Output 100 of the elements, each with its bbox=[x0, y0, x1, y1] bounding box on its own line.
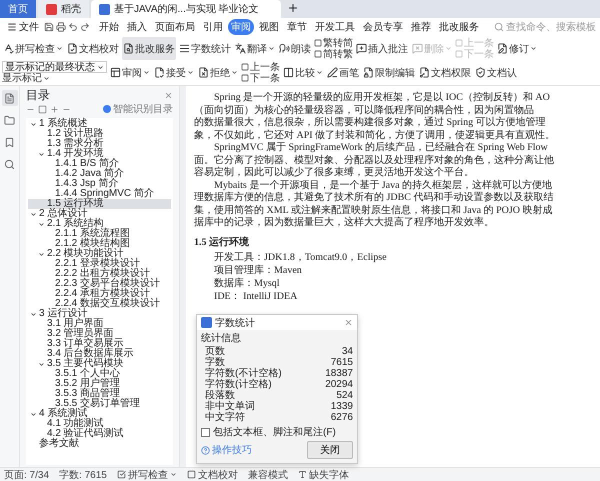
ribbon-button[interactable]: 接受 bbox=[153, 61, 195, 84]
menu-tab[interactable]: 章节 bbox=[284, 19, 310, 35]
rail-button[interactable] bbox=[2, 90, 18, 106]
ribbon-button[interactable]: 审阅 bbox=[109, 61, 151, 84]
ribbon-button[interactable]: 简转繁 bbox=[314, 48, 353, 60]
ribbon-button[interactable]: 文档权限 bbox=[418, 61, 472, 84]
smart-toc-button[interactable]: 智能识别目录 bbox=[103, 102, 173, 116]
menu-tab[interactable]: 批改服务 bbox=[436, 19, 482, 35]
toc-item[interactable]: 2.2.1 登录模块设计 bbox=[28, 259, 171, 269]
window-tab[interactable]: 稻壳 bbox=[38, 0, 89, 18]
spellcheck-button[interactable]: 拼写检查 bbox=[116, 468, 177, 481]
text-line: Spring 是一个开源的轻量级的应用开发框架，它是以 IOC（控制反转）和 AO bbox=[213, 92, 551, 104]
ribbon-button[interactable]: 字数统计 bbox=[178, 37, 232, 60]
window-tab[interactable]: 首页 bbox=[0, 0, 36, 18]
window-tab[interactable]: 基于JAVA的闲...与实现 毕业论文 bbox=[91, 0, 281, 18]
toc-item[interactable]: 2.2.4 数据交互模块设计 bbox=[28, 299, 171, 309]
file-menu[interactable]: 文件 bbox=[4, 19, 42, 35]
proofread-button[interactable]: 文档校对 bbox=[186, 468, 238, 481]
toc-item[interactable]: 1.4 开发环境 bbox=[28, 149, 171, 159]
toc-item[interactable]: 1.4.3 Jsp 简介 bbox=[28, 179, 171, 189]
toc-item[interactable]: 3.5.1 个人中心 bbox=[28, 369, 171, 379]
toc-item[interactable]: 2.2.3 交易平台模块设计 bbox=[28, 279, 171, 289]
ribbon-button[interactable]: 繁转简 bbox=[314, 38, 353, 48]
toc-item[interactable]: 3.5.2 用户管理 bbox=[28, 379, 171, 389]
toc-item[interactable]: 2 总体设计 bbox=[28, 209, 171, 219]
chevron-icon[interactable] bbox=[30, 120, 37, 128]
toc-item[interactable]: 3.5 主要代码模块 bbox=[28, 359, 171, 369]
toc-item[interactable]: 3.2 管理员界面 bbox=[28, 329, 171, 339]
chevron-icon[interactable] bbox=[38, 360, 45, 368]
document-logo-icon bbox=[99, 4, 110, 14]
toc-item[interactable]: 2.1.1 系统流程图 bbox=[28, 229, 171, 239]
ribbon-button[interactable]: 朗读 bbox=[278, 37, 312, 60]
menu-tab[interactable]: 开始 bbox=[96, 19, 122, 35]
menu-tab[interactable]: 插入 bbox=[124, 19, 150, 35]
close-icon[interactable] bbox=[344, 318, 353, 327]
chevron-icon[interactable] bbox=[30, 310, 37, 318]
toc-item[interactable]: 4 系统测试 bbox=[28, 409, 171, 419]
ribbon-button[interactable]: 文档校对 bbox=[66, 37, 120, 60]
save-icon[interactable] bbox=[44, 22, 54, 32]
undo-icon[interactable] bbox=[68, 22, 78, 32]
toc-item[interactable]: 3.4 后台数据库展示 bbox=[28, 349, 171, 359]
new-tab-icon[interactable] bbox=[287, 2, 299, 14]
chevron-icon[interactable] bbox=[38, 250, 45, 258]
ribbon-button[interactable]: 比较 bbox=[282, 61, 324, 84]
toc-item[interactable]: 3.3 订单交易展示 bbox=[28, 339, 171, 349]
expand-icon[interactable] bbox=[50, 104, 59, 114]
toc-item[interactable]: 3 运行设计 bbox=[28, 309, 171, 319]
menu-tab[interactable]: 会员专享 bbox=[360, 19, 406, 35]
toc-item[interactable]: 4.1 功能测试 bbox=[28, 419, 171, 429]
toc-item[interactable]: 2.1 系统结构 bbox=[28, 219, 171, 229]
menu-tab[interactable]: 开发工具 bbox=[312, 19, 358, 35]
menu-tab[interactable]: 视图 bbox=[256, 19, 282, 35]
close-button[interactable]: 关闭 bbox=[307, 441, 353, 459]
menu-tab[interactable]: 推荐 bbox=[408, 19, 434, 35]
text-line: Mybaits 是一个开源项目，是一个基于 Java 的持久框架层，这样就可以方便地 bbox=[213, 180, 554, 192]
ribbon-button[interactable]: 插入批注 bbox=[355, 37, 409, 60]
menu-tab[interactable]: 审阅 bbox=[228, 19, 254, 35]
markup-select[interactable]: 显示标记的最终状态 bbox=[2, 61, 107, 73]
toc-item[interactable]: 1.4.4 SpringMVC 简介 bbox=[28, 189, 171, 199]
redo-icon[interactable] bbox=[80, 22, 90, 32]
toc-item[interactable]: 1.4.2 Java 简介 bbox=[28, 169, 171, 179]
ribbon-button[interactable]: 拒绝 bbox=[197, 61, 239, 84]
ribbon-button[interactable]: 显示标记 bbox=[2, 73, 107, 84]
tips-link[interactable]: 操作技巧 bbox=[201, 443, 252, 457]
toc-item[interactable]: 2.1.2 模块结构图 bbox=[28, 239, 171, 249]
printer-icon[interactable] bbox=[56, 22, 66, 32]
toc-item[interactable]: 3.5.3 商品管理 bbox=[28, 389, 171, 399]
ribbon-button[interactable]: 修订 bbox=[496, 37, 538, 60]
ribbon-button[interactable]: 批改服务 bbox=[122, 37, 176, 60]
toc-item[interactable]: 3.5.5 交易订单管理 bbox=[28, 399, 171, 409]
text-line: 容易定制，因此可以减少了很多束缚，更灵活地开发这个平台。 bbox=[194, 167, 475, 180]
toc-item[interactable]: 1.3 需求分析 bbox=[28, 139, 171, 149]
word-count[interactable]: 字数: 7615 bbox=[59, 468, 107, 481]
chevron-icon[interactable] bbox=[38, 150, 45, 158]
toc-item[interactable]: 3.1 用户界面 bbox=[28, 319, 171, 329]
square-icon[interactable] bbox=[38, 104, 47, 114]
toc-item[interactable]: 1.2 设计思路 bbox=[28, 129, 171, 139]
toc-item[interactable]: 2.2.4 承租方模块设计 bbox=[28, 289, 171, 299]
menu-tab[interactable]: 引用 bbox=[200, 19, 226, 35]
close-icon[interactable] bbox=[164, 90, 173, 100]
ribbon-button[interactable]: 上一条 bbox=[241, 62, 280, 72]
square-icon bbox=[241, 74, 249, 82]
ribbon-button[interactable]: 下一条 bbox=[241, 72, 280, 84]
toc-item[interactable]: 1.4.1 B/S 简介 bbox=[28, 159, 171, 169]
checkbox[interactable] bbox=[201, 428, 210, 436]
toc-item[interactable]: 1.5 运行环境 bbox=[28, 199, 171, 209]
ribbon-button[interactable]: 画笔 bbox=[326, 61, 360, 84]
menu-tab[interactable]: 页面布局 bbox=[152, 19, 198, 35]
toc-item[interactable]: 2.2 模块功能设计 bbox=[28, 249, 171, 259]
text-line: 象，不仅如此，它还对 API 做了封装和简化，方便了调用，使逻辑更具有直观性。 bbox=[194, 130, 556, 142]
toc-item[interactable]: 4.2 验证代码测试 bbox=[28, 429, 171, 439]
toc-item[interactable]: 参考文献 bbox=[28, 439, 171, 449]
ribbon-button[interactable]: 限制编辑 bbox=[362, 61, 416, 84]
chevron-icon[interactable] bbox=[30, 410, 37, 418]
toc-item[interactable]: 1 系统概述 bbox=[28, 119, 171, 129]
ribbon-button[interactable]: 翻译 bbox=[234, 37, 276, 60]
ribbon-button[interactable]: 文档认 bbox=[474, 61, 518, 84]
ribbon-button[interactable]: 拼写检查 bbox=[2, 37, 64, 60]
missing-fonts-button[interactable]: 缺失字体 bbox=[298, 468, 349, 481]
toc-item[interactable]: 2.2.2 出租方模块设计 bbox=[28, 269, 171, 279]
